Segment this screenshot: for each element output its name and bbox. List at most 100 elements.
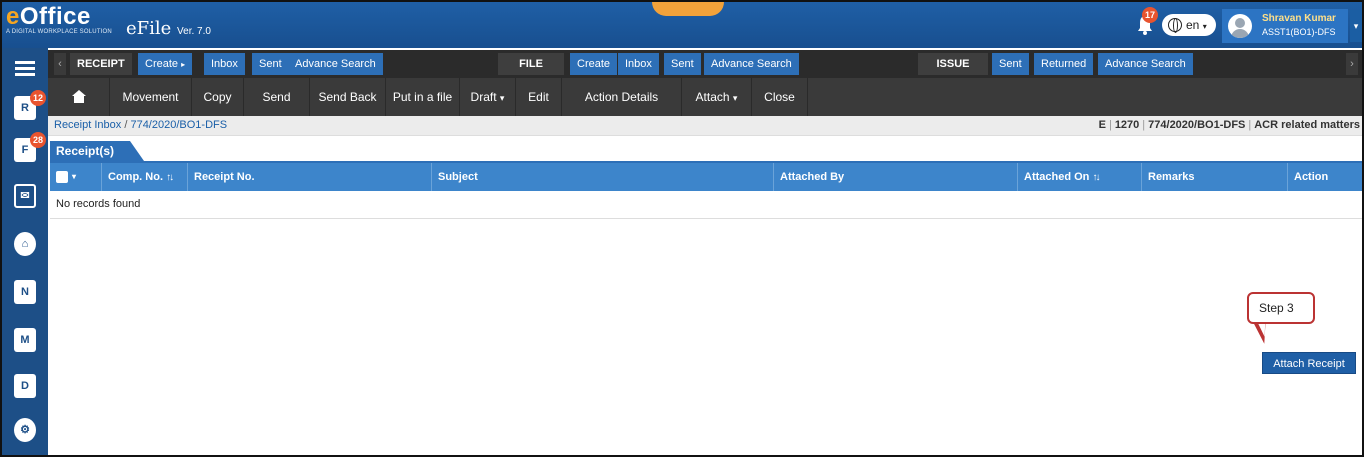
dak-icon: ✉	[14, 184, 36, 208]
col-remarks[interactable]: Remarks	[1142, 163, 1288, 191]
scroll-right-icon[interactable]: ›	[1346, 53, 1358, 75]
table-header: ▾ Comp. No. ↑↓ Receipt No. Subject Attac…	[50, 163, 1362, 191]
step-callout: Step 3	[1247, 292, 1315, 324]
receipt-ref: 774/2020/BO1-DFS	[1148, 119, 1246, 131]
sort-icon[interactable]: ↑↓	[166, 172, 174, 183]
menu-icon	[15, 61, 35, 76]
menu-receipt-inbox[interactable]: Inbox	[204, 53, 245, 75]
sidebar-item-user-badge[interactable]: M	[2, 320, 48, 360]
sidebar-item-file[interactable]: F 28	[2, 130, 48, 170]
col-attached-on[interactable]: Attached On ↑↓	[1018, 163, 1142, 191]
breadcrumb-root[interactable]: Receipt Inbox	[54, 119, 121, 131]
sidebar-item-home[interactable]: ⌂	[2, 224, 48, 264]
menu-issue-advance-search[interactable]: Advance Search	[1098, 53, 1193, 75]
notification-count-badge: 17	[1142, 7, 1158, 23]
menu-issue-returned[interactable]: Returned	[1034, 53, 1094, 75]
caret-down-icon: ▾	[732, 93, 738, 103]
put-in-file-button[interactable]: Put in a file	[386, 78, 460, 116]
globe-icon	[1168, 18, 1182, 33]
col-attached-on-label: Attached On	[1024, 171, 1090, 183]
col-receipt-no[interactable]: Receipt No.	[188, 163, 432, 191]
user-menu-caret-icon[interactable]: ▾	[1350, 10, 1362, 42]
attach-receipt-button[interactable]: Attach Receipt	[1262, 352, 1356, 374]
menu-file-sent[interactable]: Sent	[664, 53, 701, 75]
col-action[interactable]: Action	[1288, 163, 1362, 191]
new-mail-icon: N	[14, 280, 36, 304]
send-back-button[interactable]: Send Back	[310, 78, 386, 116]
sidebar-item-documents[interactable]: D	[2, 366, 48, 406]
caret-right-icon: ▸	[181, 60, 186, 69]
receipt-meta: E | 1270 | 774/2020/BO1-DFS | ACR related matt…	[1098, 119, 1360, 131]
menu-receipt-label: RECEIPT	[70, 53, 132, 75]
caret-down-icon: ▾	[72, 172, 77, 181]
attach-label: Attach	[695, 90, 730, 104]
scroll-left-icon[interactable]: ‹	[54, 53, 66, 75]
close-button[interactable]: Close	[752, 78, 808, 116]
breadcrumb-separator: /	[124, 119, 128, 131]
sidebar-item-new-mail[interactable]: N	[2, 272, 48, 312]
edit-button[interactable]: Edit	[516, 78, 562, 116]
tab-receipts-label: Receipt(s)	[56, 144, 115, 158]
select-all-checkbox[interactable]	[56, 171, 68, 183]
app-version: Ver. 7.0	[177, 26, 211, 37]
home-icon: ⌂	[14, 232, 36, 256]
app-window: eOffice A DIGITAL WORKPLACE SOLUTION eFi…	[0, 0, 1364, 457]
send-button[interactable]: Send	[244, 78, 310, 116]
select-all-header[interactable]: ▾	[50, 163, 102, 191]
language-selector[interactable]: en ▾	[1162, 14, 1216, 36]
receipt-count-badge: 12	[30, 90, 46, 106]
eoffice-logo: eOffice A DIGITAL WORKPLACE SOLUTION	[6, 3, 112, 36]
movement-button[interactable]: Movement	[110, 78, 192, 116]
action-details-button[interactable]: Action Details	[562, 78, 682, 116]
menu-file-advance-search[interactable]: Advance Search	[704, 53, 799, 75]
user-role: ASST1(BO1)-DFS	[1262, 27, 1336, 37]
receipt-number: 1270	[1114, 119, 1140, 131]
menu-file-create[interactable]: Create	[570, 53, 618, 75]
user-name: Shravan Kumar	[1262, 13, 1336, 24]
menu-issue-label: ISSUE	[918, 53, 988, 75]
top-header: eOffice A DIGITAL WORKPLACE SOLUTION eFi…	[2, 2, 1362, 48]
user-menu[interactable]: Shravan Kumar ASST1(BO1)-DFS	[1222, 9, 1348, 43]
app-name-text: eFile	[126, 18, 172, 39]
empty-table-message: No records found	[56, 198, 141, 210]
user-badge-icon: M	[14, 328, 36, 352]
breadcrumb-row: Receipt Inbox / 774/2020/BO1-DFS E | 1270 |…	[48, 116, 1362, 136]
menu-issue-sent[interactable]: Sent	[992, 53, 1029, 75]
copy-button[interactable]: Copy	[192, 78, 244, 116]
menu-bar: ‹ RECEIPT Create ▸ Inbox Sent Advance Se…	[48, 50, 1362, 78]
breadcrumb-current: 774/2020/BO1-DFS	[130, 119, 228, 131]
col-subject[interactable]: Subject	[432, 163, 774, 191]
sidebar-item-settings-user[interactable]: ⚙	[2, 410, 48, 450]
col-comp-no-label: Comp. No.	[108, 171, 163, 183]
sidebar-item-dak[interactable]: ✉	[2, 176, 48, 216]
menu-receipt-advance-search[interactable]: Advance Search	[288, 53, 383, 75]
col-attached-by[interactable]: Attached By	[774, 163, 1018, 191]
brand-text: eOffice	[6, 3, 91, 30]
sidebar-item-receipt[interactable]: R 12	[2, 88, 48, 128]
menu-receipt-create-label: Create	[145, 58, 179, 70]
breadcrumb: Receipt Inbox / 774/2020/BO1-DFS	[54, 119, 227, 131]
attach-dropdown[interactable]: Attach ▾	[682, 78, 752, 116]
home-icon	[71, 90, 86, 104]
settings-user-icon: ⚙	[14, 418, 36, 442]
draft-dropdown[interactable]: Draft ▾	[460, 78, 516, 116]
action-toolbar: Movement Copy Send Send Back Put in a fi…	[48, 78, 1362, 116]
header-pull-tab[interactable]	[652, 2, 724, 16]
receipt-subject: ACR related matters	[1254, 119, 1360, 131]
col-comp-no[interactable]: Comp. No. ↑↓	[102, 163, 188, 191]
brand-tagline: A DIGITAL WORKPLACE SOLUTION	[6, 29, 112, 35]
sort-icon[interactable]: ↑↓	[1092, 172, 1100, 183]
tab-receipts[interactable]: Receipt(s)	[50, 141, 146, 161]
menu-receipt-create[interactable]: Create ▸	[138, 53, 193, 75]
sidebar-item-hamburger[interactable]	[2, 48, 48, 88]
receipt-type: E	[1098, 119, 1106, 131]
language-value: en	[1186, 18, 1200, 32]
menu-receipt-sent[interactable]: Sent	[252, 53, 289, 75]
documents-icon: D	[14, 374, 36, 398]
menu-file-inbox[interactable]: Inbox	[618, 53, 659, 75]
avatar	[1228, 14, 1252, 38]
left-sidebar: R 12 F 28 ✉ ⌂ N M D ⚙	[2, 48, 48, 455]
menu-file-label: FILE	[498, 53, 564, 75]
caret-down-icon: ▾	[499, 93, 505, 103]
home-button[interactable]	[48, 78, 110, 116]
